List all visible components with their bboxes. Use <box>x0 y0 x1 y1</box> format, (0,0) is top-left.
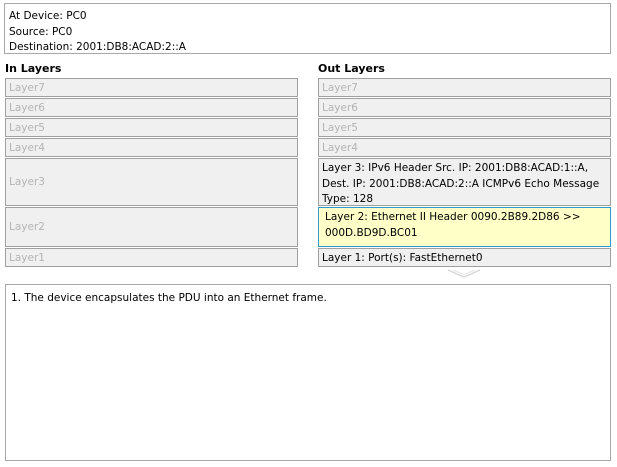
in-layer-1[interactable]: Layer1 <box>5 248 298 267</box>
in-layer-4[interactable]: Layer4 <box>5 138 298 157</box>
in-layers-title: In Layers <box>5 62 62 75</box>
in-layer-5[interactable]: Layer5 <box>5 118 298 137</box>
chevron-down-icon[interactable] <box>447 269 481 279</box>
device-info-panel: At Device: PC0 Source: PC0 Destination: … <box>4 3 611 54</box>
out-layers-title: Out Layers <box>318 62 385 75</box>
in-layer-2[interactable]: Layer2 <box>5 207 298 247</box>
in-layer-7[interactable]: Layer7 <box>5 78 298 97</box>
source-label: Source: PC0 <box>9 25 73 38</box>
out-layer-6[interactable]: Layer6 <box>318 98 611 117</box>
step-description-text: 1. The device encapsulates the PDU into … <box>11 292 327 304</box>
at-device-label: At Device: PC0 <box>9 10 87 22</box>
out-layer-4[interactable]: Layer4 <box>318 138 611 157</box>
out-layer-3[interactable]: Layer 3: IPv6 Header Src. IP: 2001:DB8:A… <box>318 158 611 206</box>
destination-label: Destination: 2001:DB8:ACAD:2::A <box>9 41 186 53</box>
in-layer-6[interactable]: Layer6 <box>5 98 298 117</box>
out-layer-7[interactable]: Layer7 <box>318 78 611 97</box>
out-layer-2-selected[interactable]: Layer 2: Ethernet II Header 0090.2B89.2D… <box>318 207 611 247</box>
step-description-panel: 1. The device encapsulates the PDU into … <box>5 284 611 461</box>
in-layer-3[interactable]: Layer3 <box>5 158 298 206</box>
out-layer-1[interactable]: Layer 1: Port(s): FastEthernet0 <box>318 248 611 267</box>
out-layer-5[interactable]: Layer5 <box>318 118 611 137</box>
